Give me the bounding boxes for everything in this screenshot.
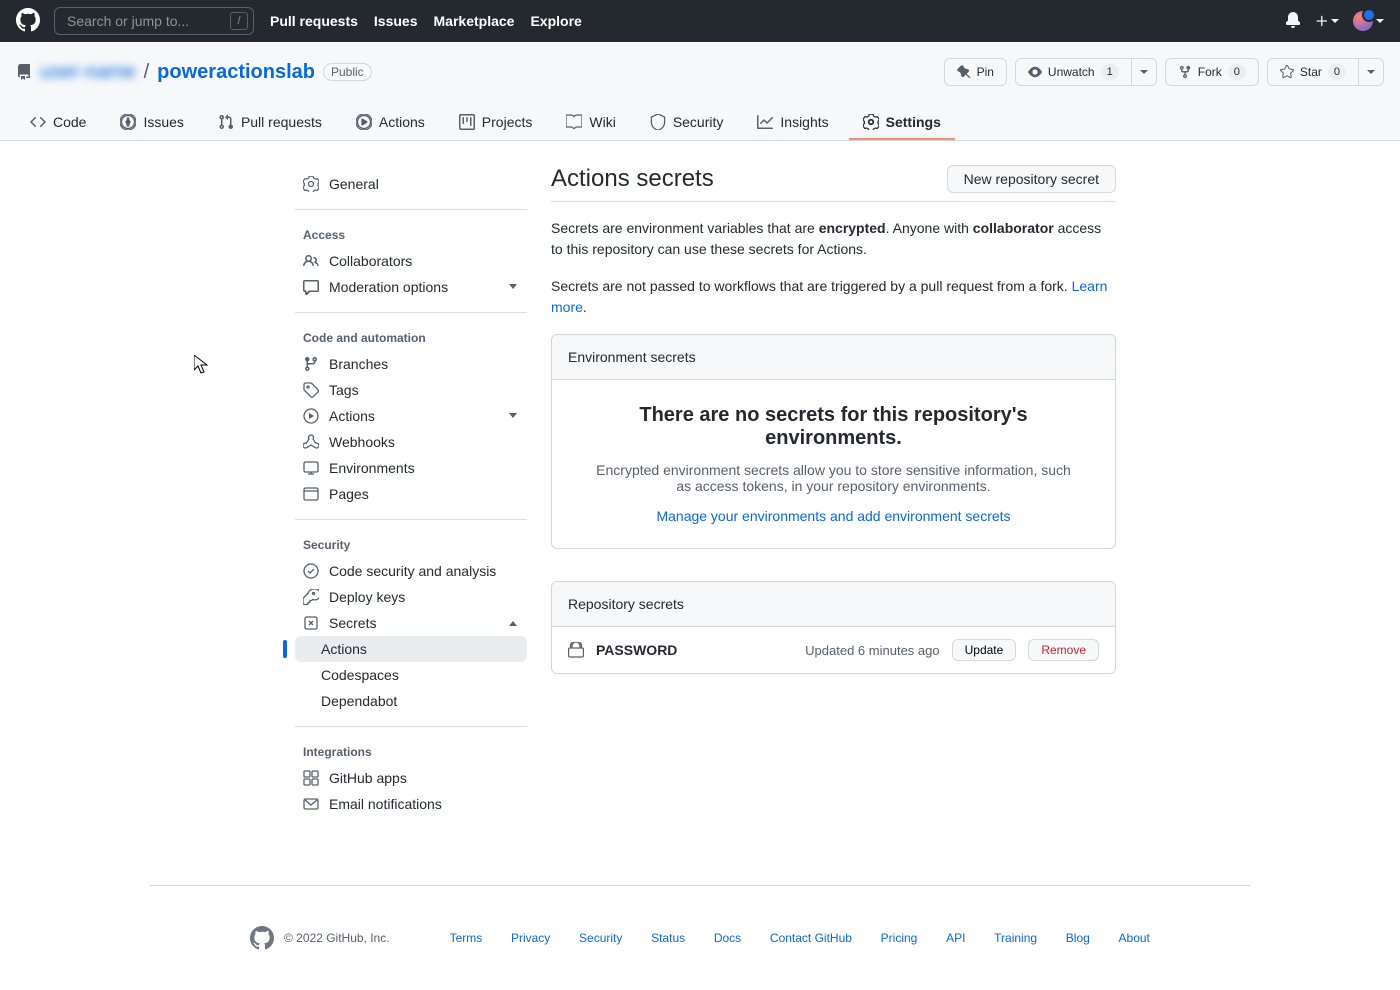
bell-icon[interactable]: [1285, 12, 1301, 31]
sidebar-webhooks[interactable]: Webhooks: [295, 429, 527, 455]
new-secret-button[interactable]: New repository secret: [947, 165, 1116, 193]
search-input[interactable]: [54, 7, 254, 35]
sidebar-moderation[interactable]: Moderation options: [295, 274, 527, 300]
repo-header: user-name / poweractionslab Public Pin U…: [0, 42, 1400, 141]
sidebar-branches[interactable]: Branches: [295, 351, 527, 377]
repo-secrets-card: Repository secrets PASSWORD Updated 6 mi…: [551, 581, 1116, 674]
tab-actions[interactable]: Actions: [342, 106, 439, 140]
sidebar-secrets-dependabot[interactable]: Dependabot: [295, 688, 527, 714]
page-title: Actions secrets: [551, 165, 714, 193]
sidebar-code-title: Code and automation: [295, 325, 527, 351]
sidebar-actions[interactable]: Actions: [295, 403, 527, 429]
github-footer-icon: [250, 926, 274, 950]
nav-pull-requests[interactable]: Pull requests: [270, 13, 358, 29]
footer-blog[interactable]: Blog: [1066, 931, 1090, 945]
secret-name: PASSWORD: [596, 642, 677, 658]
fork-button[interactable]: Fork0: [1165, 58, 1259, 86]
sidebar-email[interactable]: Email notifications: [295, 791, 527, 817]
tab-insights[interactable]: Insights: [743, 106, 842, 140]
nav-marketplace[interactable]: Marketplace: [434, 13, 515, 29]
tab-pull-requests[interactable]: Pull requests: [204, 106, 336, 140]
tab-issues[interactable]: Issues: [106, 106, 197, 140]
sidebar-code-security[interactable]: Code security and analysis: [295, 558, 527, 584]
footer-terms[interactable]: Terms: [450, 931, 483, 945]
sidebar-access-title: Access: [295, 222, 527, 248]
unwatch-button[interactable]: Unwatch1: [1015, 58, 1132, 86]
github-logo-icon[interactable]: [16, 8, 40, 35]
description-2: Secrets are not passed to workflows that…: [551, 276, 1116, 318]
avatar[interactable]: [1353, 11, 1384, 31]
sidebar-tags[interactable]: Tags: [295, 377, 527, 403]
lock-icon: [568, 642, 584, 658]
sidebar-integrations-title: Integrations: [295, 739, 527, 765]
plus-icon[interactable]: [1315, 14, 1339, 28]
main-content: Actions secrets New repository secret Se…: [551, 165, 1116, 841]
visibility-badge: Public: [323, 63, 372, 81]
repo-title: user-name / poweractionslab Public: [16, 61, 372, 84]
tab-code[interactable]: Code: [16, 106, 100, 140]
search-container: /: [54, 7, 254, 35]
global-nav: Pull requests Issues Marketplace Explore: [270, 13, 582, 29]
footer-api[interactable]: API: [946, 931, 965, 945]
footer-security[interactable]: Security: [579, 931, 622, 945]
settings-sidebar: General Access Collaborators Moderation …: [295, 165, 527, 841]
star-dropdown[interactable]: [1359, 58, 1384, 86]
footer-training[interactable]: Training: [994, 931, 1037, 945]
header-right: [1285, 11, 1384, 31]
tab-projects[interactable]: Projects: [445, 106, 547, 140]
sidebar-secrets[interactable]: Secrets: [295, 610, 527, 636]
global-header: / Pull requests Issues Marketplace Explo…: [0, 0, 1400, 42]
sidebar-environments[interactable]: Environments: [295, 455, 527, 481]
environment-secrets-card: Environment secrets There are no secrets…: [551, 334, 1116, 549]
pin-button[interactable]: Pin: [944, 58, 1007, 86]
footer: © 2022 GitHub, Inc. Terms Privacy Securi…: [150, 885, 1250, 950]
env-empty-desc: Encrypted environment secrets allow you …: [592, 462, 1075, 494]
footer-status[interactable]: Status: [651, 931, 685, 945]
repo-owner-link[interactable]: user-name: [40, 61, 136, 84]
tab-wiki[interactable]: Wiki: [552, 106, 629, 140]
footer-contact[interactable]: Contact GitHub: [770, 931, 852, 945]
repo-tabs: Code Issues Pull requests Actions Projec…: [16, 106, 1384, 140]
sidebar-general[interactable]: General: [295, 171, 527, 197]
tab-settings[interactable]: Settings: [849, 106, 955, 140]
remove-button[interactable]: Remove: [1028, 639, 1099, 661]
repo-name-link[interactable]: poweractionslab: [157, 61, 315, 84]
footer-docs[interactable]: Docs: [714, 931, 741, 945]
footer-pricing[interactable]: Pricing: [881, 931, 918, 945]
path-separator: /: [144, 61, 150, 84]
footer-privacy[interactable]: Privacy: [511, 931, 550, 945]
env-secrets-header: Environment secrets: [552, 335, 1115, 380]
update-button[interactable]: Update: [952, 639, 1017, 661]
repo-actions: Pin Unwatch1 Fork0 Star0: [944, 58, 1384, 86]
unwatch-dropdown[interactable]: [1132, 58, 1157, 86]
tab-security[interactable]: Security: [636, 106, 738, 140]
nav-issues[interactable]: Issues: [374, 13, 418, 29]
secret-updated: Updated 6 minutes ago: [805, 643, 939, 658]
sidebar-secrets-actions[interactable]: Actions: [295, 636, 527, 662]
sidebar-security-title: Security: [295, 532, 527, 558]
sidebar-github-apps[interactable]: GitHub apps: [295, 765, 527, 791]
sidebar-collaborators[interactable]: Collaborators: [295, 248, 527, 274]
repo-secrets-header: Repository secrets: [552, 582, 1115, 627]
repo-icon: [16, 64, 32, 80]
manage-environments-link[interactable]: Manage your environments and add environ…: [656, 508, 1010, 524]
sidebar-secrets-codespaces[interactable]: Codespaces: [295, 662, 527, 688]
secret-row: PASSWORD Updated 6 minutes ago Update Re…: [552, 627, 1115, 673]
copyright-text: © 2022 GitHub, Inc.: [284, 931, 390, 945]
footer-about[interactable]: About: [1119, 931, 1150, 945]
star-button[interactable]: Star0: [1267, 58, 1359, 86]
sidebar-deploy-keys[interactable]: Deploy keys: [295, 584, 527, 610]
env-empty-title: There are no secrets for this repository…: [592, 404, 1075, 450]
slash-key-icon: /: [230, 12, 248, 30]
sidebar-pages[interactable]: Pages: [295, 481, 527, 507]
nav-explore[interactable]: Explore: [530, 13, 581, 29]
description-1: Secrets are environment variables that a…: [551, 218, 1116, 260]
